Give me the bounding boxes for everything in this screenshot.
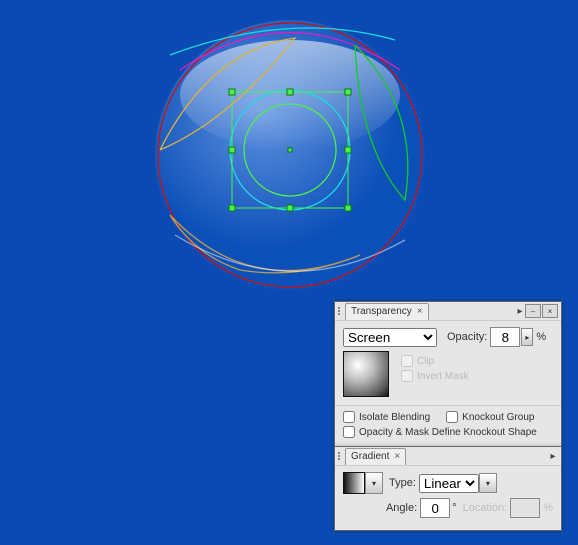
knockout-group-checkbox[interactable]: [446, 411, 458, 423]
mask-define-label: Opacity & Mask Define Knockout Shape: [359, 427, 537, 438]
clip-label: Clip: [417, 356, 434, 367]
gradient-tab[interactable]: Gradient ×: [345, 448, 406, 465]
invert-mask-checkbox: [401, 370, 413, 382]
degree-symbol: °: [452, 502, 456, 514]
opacity-thumbnail[interactable]: [343, 351, 389, 397]
opacity-unit: %: [536, 331, 546, 343]
gradient-type-dropdown-button[interactable]: ▾: [479, 473, 497, 493]
close-tab-icon[interactable]: ×: [417, 306, 423, 317]
opacity-stepper[interactable]: ▸: [521, 328, 533, 346]
isolate-blending-checkbox[interactable]: [343, 411, 355, 423]
transparency-titlebar[interactable]: Transparency × ▸ – ×: [335, 302, 561, 321]
close-button[interactable]: ×: [542, 304, 558, 318]
transparency-panel: Transparency × ▸ – × Screen Opacity: ▸ %: [334, 301, 562, 447]
gradient-panel: Gradient × ▸ ▾ Type: Linear ▾ Angle: ° L…: [334, 446, 562, 531]
angle-input[interactable]: [420, 498, 450, 518]
transparency-tab[interactable]: Transparency ×: [345, 303, 429, 320]
knockout-group-label: Knockout Group: [462, 412, 534, 423]
location-input: [510, 498, 540, 518]
gradient-titlebar[interactable]: Gradient × ▸: [335, 447, 561, 466]
invert-mask-label: Invert Mask: [417, 371, 469, 382]
location-unit: %: [543, 502, 553, 514]
opacity-input[interactable]: [490, 327, 520, 347]
gradient-type-label: Type:: [389, 477, 416, 489]
gradient-tab-label: Gradient: [351, 451, 389, 462]
opacity-label: Opacity:: [447, 331, 487, 343]
transparency-tab-label: Transparency: [351, 306, 412, 317]
minimize-button[interactable]: –: [525, 304, 541, 318]
clip-checkbox: [401, 355, 413, 367]
blend-mode-select[interactable]: Screen: [343, 328, 437, 347]
close-tab-icon[interactable]: ×: [394, 451, 400, 462]
panel-menu-icon[interactable]: ▸: [515, 306, 525, 316]
panel-menu-icon[interactable]: ▸: [548, 451, 558, 461]
gradient-preset-dropdown[interactable]: ▾: [365, 472, 383, 494]
location-label: Location:: [463, 502, 508, 514]
angle-label: Angle:: [386, 502, 417, 514]
gradient-swatch[interactable]: [343, 472, 365, 494]
isolate-blending-label: Isolate Blending: [359, 412, 430, 423]
gradient-type-select[interactable]: Linear: [419, 474, 479, 493]
mask-define-checkbox[interactable]: [343, 426, 355, 438]
